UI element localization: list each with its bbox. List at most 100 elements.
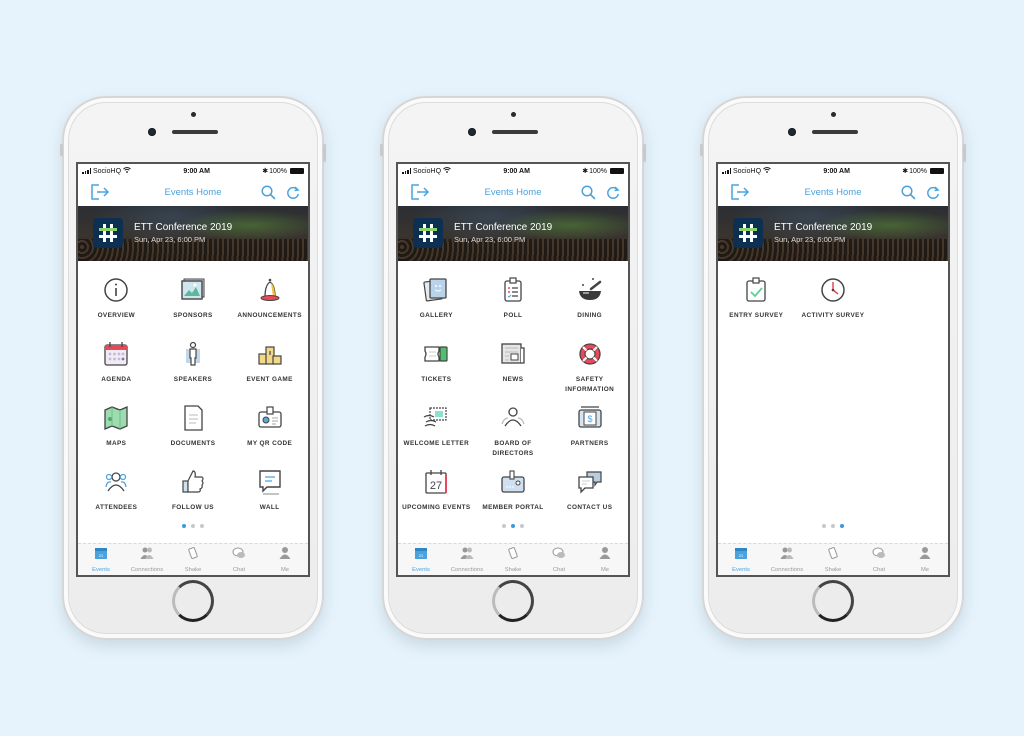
page-dot-2[interactable] — [831, 524, 835, 528]
feature-tile-poll[interactable]: POLL — [475, 275, 552, 339]
event-title: ETT Conference 2019 — [134, 222, 233, 233]
attendees-icon — [101, 467, 131, 497]
event-banner[interactable]: ETT Conference 2019 Sun, Apr 23, 6:00 PM — [398, 206, 628, 261]
tab-connections[interactable]: Connections — [124, 544, 170, 575]
search-icon[interactable] — [261, 184, 276, 200]
feature-tile-label: BOARD OF DIRECTORS — [492, 440, 534, 457]
feature-tile-documents[interactable]: DOCUMENTS — [155, 403, 232, 467]
clock-time: 9:00 AM — [823, 167, 850, 175]
feature-tile-upcoming-events[interactable]: 27 UPCOMING EVENTS — [398, 467, 475, 531]
tab-chat[interactable]: Chat — [216, 544, 262, 575]
page-dot-3[interactable] — [200, 524, 204, 528]
tab-connections[interactable]: Connections — [444, 544, 490, 575]
earpiece-speaker — [492, 130, 538, 134]
feature-tile-safety-information[interactable]: SAFETY INFORMATION — [551, 339, 628, 403]
feature-tile-label: GALLERY — [419, 312, 453, 319]
search-icon[interactable] — [581, 184, 596, 200]
page-dot-1[interactable] — [182, 524, 186, 528]
refresh-icon[interactable] — [926, 185, 940, 200]
tab-me[interactable]: Me — [262, 544, 308, 575]
feature-tile-follow-us[interactable]: FOLLOW US — [155, 467, 232, 531]
page-dot-3[interactable] — [520, 524, 524, 528]
document-icon — [178, 403, 208, 433]
page-dot-3[interactable] — [840, 524, 844, 528]
feature-tile-maps[interactable]: MAPS — [78, 403, 155, 467]
feature-tile-partners[interactable]: $ PARTNERS — [551, 403, 628, 467]
carrier-name: SocioHQ — [93, 167, 122, 175]
exit-icon[interactable] — [730, 184, 750, 200]
tab-connections[interactable]: Connections — [764, 544, 810, 575]
feature-tile-overview[interactable]: OVERVIEW — [78, 275, 155, 339]
tab-events[interactable]: 21 Events — [78, 544, 124, 575]
tab-shake[interactable]: Shake — [170, 544, 216, 575]
wifi-icon — [123, 167, 131, 175]
tab-label: Shake — [824, 567, 842, 573]
feature-tile-tickets[interactable]: TICKETS — [398, 339, 475, 403]
tab-me[interactable]: Me — [582, 544, 628, 575]
tab-chat[interactable]: Chat — [536, 544, 582, 575]
page-dot-2[interactable] — [191, 524, 195, 528]
feature-tile-speakers[interactable]: SPEAKERS — [155, 339, 232, 403]
home-button[interactable] — [172, 580, 214, 622]
tab-label: Chat — [552, 567, 566, 573]
chat-icon — [872, 546, 886, 565]
clock-time: 9:00 AM — [503, 167, 530, 175]
exit-icon[interactable] — [90, 184, 110, 200]
bluetooth-icon: ✱ — [582, 168, 589, 175]
person-icon — [918, 546, 932, 565]
page-indicator[interactable] — [718, 524, 948, 528]
tab-shake[interactable]: Shake — [490, 544, 536, 575]
bluetooth-icon: ✱ — [262, 168, 269, 175]
feature-tile-event-game[interactable]: EVENT GAME — [231, 339, 308, 403]
page-dot-1[interactable] — [822, 524, 826, 528]
tab-events[interactable]: 21 Events — [718, 544, 764, 575]
gallery-icon — [421, 275, 451, 305]
event-banner[interactable]: ETT Conference 2019 Sun, Apr 23, 6:00 PM — [78, 206, 308, 261]
event-date: Sun, Apr 23, 6:00 PM — [454, 235, 526, 244]
feature-tile-board-of-directors[interactable]: BOARD OF DIRECTORS — [475, 403, 552, 467]
home-button[interactable] — [492, 580, 534, 622]
tab-me[interactable]: Me — [902, 544, 948, 575]
hashtag-icon — [413, 218, 443, 248]
feature-tile-label: UPCOMING EVENTS — [402, 504, 471, 511]
battery-icon — [609, 168, 624, 174]
feature-tile-announcements[interactable]: ANNOUNCEMENTS — [231, 275, 308, 339]
svg-text:$: $ — [587, 414, 592, 424]
calendar-27-icon: 27 — [421, 467, 451, 497]
event-banner[interactable]: ETT Conference 2019 Sun, Apr 23, 6:00 PM — [718, 206, 948, 261]
svg-text:21: 21 — [99, 553, 104, 558]
feature-tile-agenda[interactable]: AGENDA — [78, 339, 155, 403]
chat-icon — [552, 546, 566, 565]
feature-tile-activity-survey[interactable]: ACTIVITY SURVEY — [795, 275, 872, 339]
feature-tile-my-qr-code[interactable]: MY QR CODE — [231, 403, 308, 467]
wallet-icon: $ — [575, 403, 605, 433]
feature-tile-wall[interactable]: WALL — [231, 467, 308, 531]
feature-tile-dining[interactable]: DINING — [551, 275, 628, 339]
page-dot-2[interactable] — [511, 524, 515, 528]
tab-events[interactable]: 21 Events — [398, 544, 444, 575]
tab-label: Me — [920, 567, 930, 573]
feature-tile-gallery[interactable]: GALLERY — [398, 275, 475, 339]
home-button[interactable] — [812, 580, 854, 622]
page-indicator[interactable] — [78, 524, 308, 528]
earpiece-speaker — [172, 130, 218, 134]
tab-chat[interactable]: Chat — [856, 544, 902, 575]
feature-tile-news[interactable]: NEWS — [475, 339, 552, 403]
exit-icon[interactable] — [410, 184, 430, 200]
tab-label: Events — [92, 567, 110, 573]
feature-tile-member-portal[interactable]: MEMBER PORTAL — [475, 467, 552, 531]
feature-tile-sponsors[interactable]: SPONSORS — [155, 275, 232, 339]
page-indicator[interactable] — [398, 524, 628, 528]
feature-tile-entry-survey[interactable]: ENTRY SURVEY — [718, 275, 795, 339]
feature-tile-attendees[interactable]: ATTENDEES — [78, 467, 155, 531]
refresh-icon[interactable] — [606, 185, 620, 200]
feature-tile-welcome-letter[interactable]: WELCOME LETTER — [398, 403, 475, 467]
search-icon[interactable] — [901, 184, 916, 200]
signal-icon — [722, 168, 731, 174]
event-date: Sun, Apr 23, 6:00 PM — [134, 235, 206, 244]
tab-shake[interactable]: Shake — [810, 544, 856, 575]
page-dot-1[interactable] — [502, 524, 506, 528]
refresh-icon[interactable] — [286, 185, 300, 200]
feature-tile-contact-us[interactable]: CONTACT US — [551, 467, 628, 531]
picture-icon — [178, 275, 208, 305]
